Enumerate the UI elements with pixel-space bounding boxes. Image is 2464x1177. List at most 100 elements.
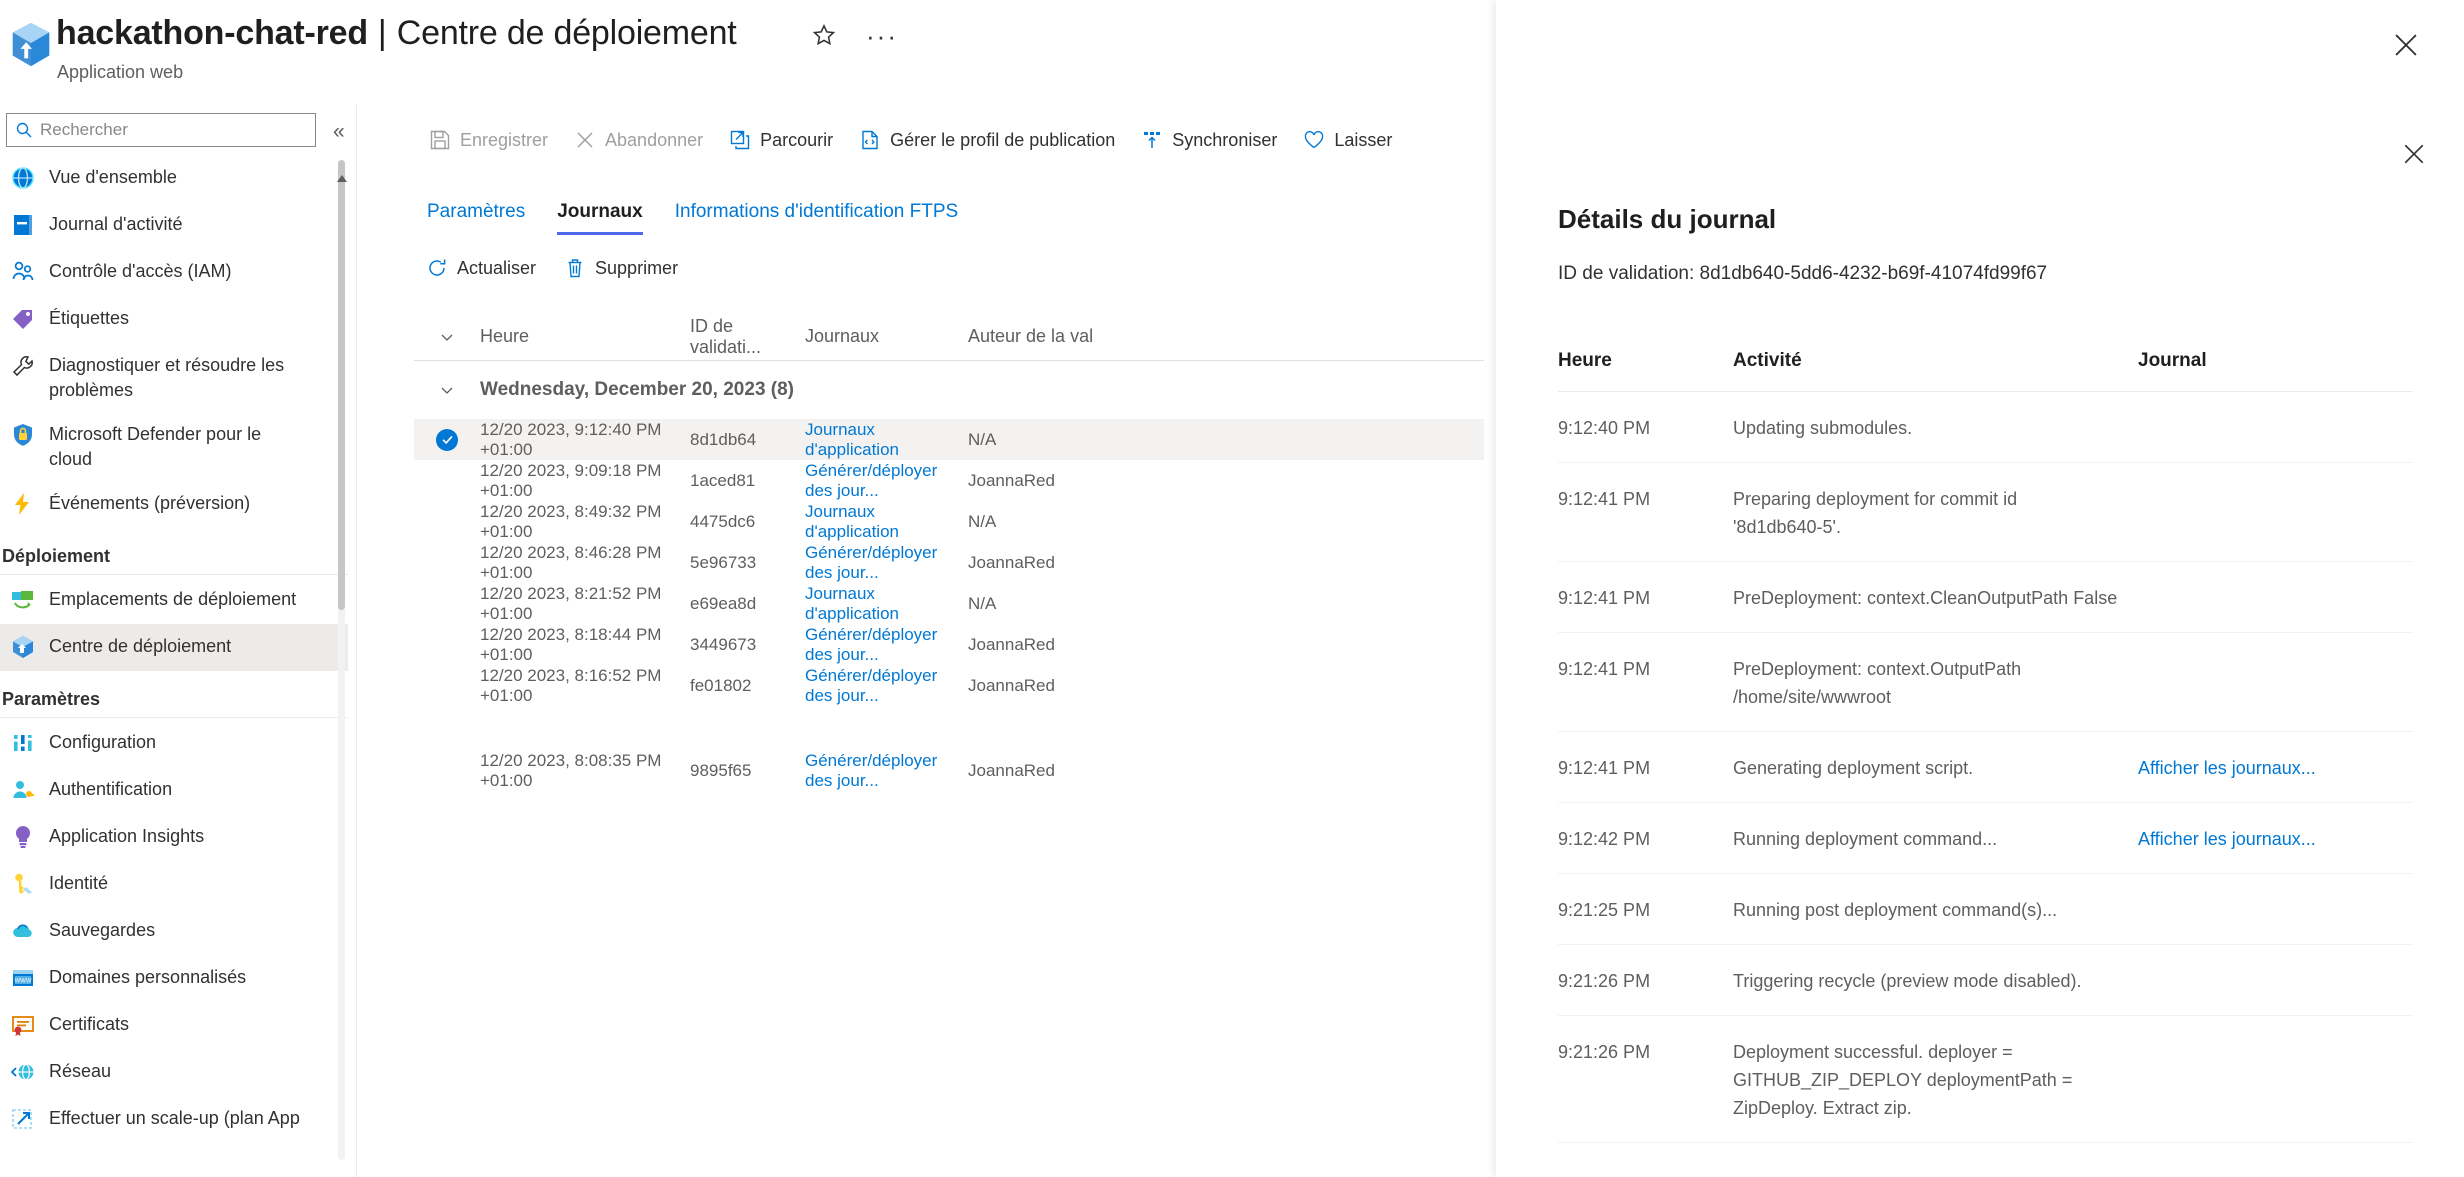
logs-link[interactable]: Journaux d'application [805,502,899,541]
log-column-heure: Heure [1558,349,1612,371]
table-row[interactable]: 12/20 2023, 8:46:28 PM +01:00 5e96733 Géné… [414,542,1484,583]
sidebar-item-identit[interactable]: Identité [0,861,348,908]
deployment-center-cube-icon [10,634,36,660]
sidebar-item-contr-le-d-acc-s-iam[interactable]: Contrôle d'accès (IAM) [0,249,348,296]
logs-link[interactable]: Générer/déployer des jour... [805,543,937,582]
column-header-auteur[interactable]: Auteur de la val [968,326,1148,347]
table-row[interactable]: 12/20 2023, 9:12:40 PM +01:00 8d1db64 Jour… [414,419,1484,460]
cell-heure: 12/20 2023, 9:12:40 PM +01:00 [480,419,662,459]
sidebar-item-vue-d-ensemble[interactable]: Vue d'ensemble [0,155,348,202]
sidebar-item-sauvegardes[interactable]: Sauvegardes [0,908,348,955]
check-circle-icon [436,428,458,451]
sidebar-item-emplacements-de-d-ploiement[interactable]: Emplacements de déploiement [0,577,348,624]
sidebar-item-label: Étiquettes [49,308,130,328]
sidebar-item-microsoft-defender-pour-le-cloud[interactable]: Microsoft Defender pour le cloud [0,412,348,481]
sidebar-scrollbar-thumb[interactable] [338,160,345,610]
cell-auteur: N/A [968,429,997,449]
ellipsis-icon[interactable]: ··· [866,23,898,49]
toolbar-button-label: Parcourir [760,129,834,150]
logs-link[interactable]: Générer/déployer des jour... [805,666,937,705]
sidebar-item-effectuer-un-scale-up-plan-app[interactable]: Effectuer un scale-up (plan App [0,1096,348,1143]
sidebar-item-label: Certificats [49,1014,130,1034]
toolbar-laisser-button[interactable]: Laisser [1290,124,1405,156]
table-row[interactable]: 12/20 2023, 8:08:35 PM +01:00 9895f65 Géné… [414,750,1484,791]
logs-link[interactable]: Journaux d'application [805,584,899,623]
tab-param-tres[interactable]: Paramètres [411,195,541,235]
log-time: 9:21:26 PM [1558,1042,1651,1062]
table-row[interactable]: 12/20 2023, 8:18:44 PM +01:00 3449673 Géné… [414,624,1484,665]
afficher-les-journaux-link[interactable]: Afficher les journaux... [2138,758,2316,778]
toolbar-synchroniser-button[interactable]: Synchroniser [1128,124,1290,156]
sidebar-item-r-seau[interactable]: Réseau [0,1049,348,1096]
table-row[interactable]: 12/20 2023, 9:09:18 PM +01:00 1aced81 Géné… [414,460,1484,501]
panel-close-icon[interactable] [2399,139,2429,169]
toolbar-g-rer-le-profil-de-publication-button[interactable]: Gérer le profil de publication [846,124,1128,156]
group-header-label: Wednesday, December 20, 2023 (8) [480,379,795,400]
supprimer-button[interactable]: Supprimer [552,252,690,284]
sidebar-item-authentification[interactable]: Authentification [0,767,348,814]
chevron-double-left-icon[interactable]: « [333,120,345,144]
main-left-border [356,105,357,1177]
toolbar-parcourir-button[interactable]: Parcourir [716,124,846,156]
column-header-heure[interactable]: Heure [480,326,690,347]
log-activity: Generating deployment script. [1733,758,1974,778]
sidebar-item-journal-d-activit[interactable]: Journal d'activité [0,202,348,249]
table-row[interactable]: 12/20 2023, 8:21:52 PM +01:00 e69ea8d Jour… [414,583,1484,624]
star-icon[interactable] [810,22,838,50]
sidebar-item-label: Réseau [49,1061,112,1081]
sidebar-item-label: Authentification [49,779,173,799]
tab-journaux[interactable]: Journaux [541,195,659,235]
sidebar-item-configuration[interactable]: Configuration [0,720,348,767]
certificate-icon [10,1012,36,1038]
table-row[interactable]: 12/20 2023, 8:16:52 PM +01:00 fe01802 Géné… [414,665,1484,706]
scroll-up-arrow-icon[interactable] [337,170,347,182]
sidebar-item-label: Sauvegardes [49,920,156,940]
cell-heure: 12/20 2023, 9:09:18 PM +01:00 [480,460,662,500]
sidebar-item-certificats[interactable]: Certificats [0,1002,348,1049]
sidebar-item-application-insights[interactable]: Application Insights [0,814,348,861]
sidebar-item-diagnostiquer-et-r-soudre-les-probl-mes[interactable]: Diagnostiquer et résoudre les problèmes [0,343,348,412]
logs-link[interactable]: Journaux d'application [805,420,899,459]
logs-link[interactable]: Générer/déployer des jour... [805,751,937,790]
logs-link[interactable]: Générer/déployer des jour... [805,625,937,664]
cell-journaux: Générer/déployer des jour... [805,751,968,791]
close-icon[interactable] [2389,28,2423,62]
cell-commit-id: fe01802 [690,675,752,695]
tab-informations-d-identification-ftps[interactable]: Informations d'identification FTPS [659,195,974,235]
table-command-bar: Actualiser Supprimer [414,252,690,284]
search-input[interactable] [40,120,307,140]
resource-type-label: Application web [57,62,184,82]
sidebar-item-domaines-personnalis-s[interactable]: WWW Domaines personnalisés [0,955,348,1002]
column-header-commit-id[interactable]: ID de validati... [690,316,805,358]
cell-commit-id: 4475dc6 [690,511,756,531]
application-insights-bulb-icon [10,824,36,850]
discard-x-icon [574,129,596,151]
table-group-row[interactable]: Wednesday, December 20, 2023 (8) [414,361,1484,419]
afficher-les-journaux-link[interactable]: Afficher les journaux... [2138,829,2316,849]
group-collapse-chevron[interactable] [414,382,480,398]
expand-all-chevron[interactable] [414,329,480,345]
search-box[interactable] [6,113,316,147]
cell-heure: 12/20 2023, 8:08:35 PM +01:00 [480,750,662,790]
log-time: 9:12:41 PM [1558,588,1651,608]
sidebar-item-centre-de-d-ploiement[interactable]: Centre de déploiement [0,624,348,671]
log-activity: Running post deployment command(s)... [1733,900,2058,920]
actualiser-button[interactable]: Actualiser [414,252,548,284]
browse-external-icon [729,129,751,151]
sidebar-item-v-nements-pr-version[interactable]: Événements (préversion) [0,481,348,528]
log-details-body: 9:12:40 PM Updating submodules. 9:12:41 PM… [1558,392,2413,1143]
command-label: Supprimer [595,257,679,278]
table-row[interactable]: 12/20 2023, 8:49:32 PM +01:00 4475dc6 Jour… [414,501,1484,542]
sidebar-item-label: Application Insights [49,826,205,846]
log-detail-row: 9:12:41 PM Preparing deployment for commi… [1558,463,2413,562]
sidebar-item-label: Effectuer un scale-up (plan App [49,1108,300,1128]
sidebar-item-label: Identité [49,873,109,893]
sidebar-item-tiquettes[interactable]: Étiquettes [0,296,348,343]
authentication-user-key-icon [10,777,36,803]
column-header-journaux[interactable]: Journaux [805,326,968,347]
logs-link[interactable]: Générer/déployer des jour... [805,461,937,500]
sidebar-group-paramètres: Paramètres [2,689,101,709]
log-link-cell: Afficher les journaux... [2138,825,2413,853]
publish-profile-file-icon [859,129,881,151]
row-select-cell[interactable] [414,428,480,451]
